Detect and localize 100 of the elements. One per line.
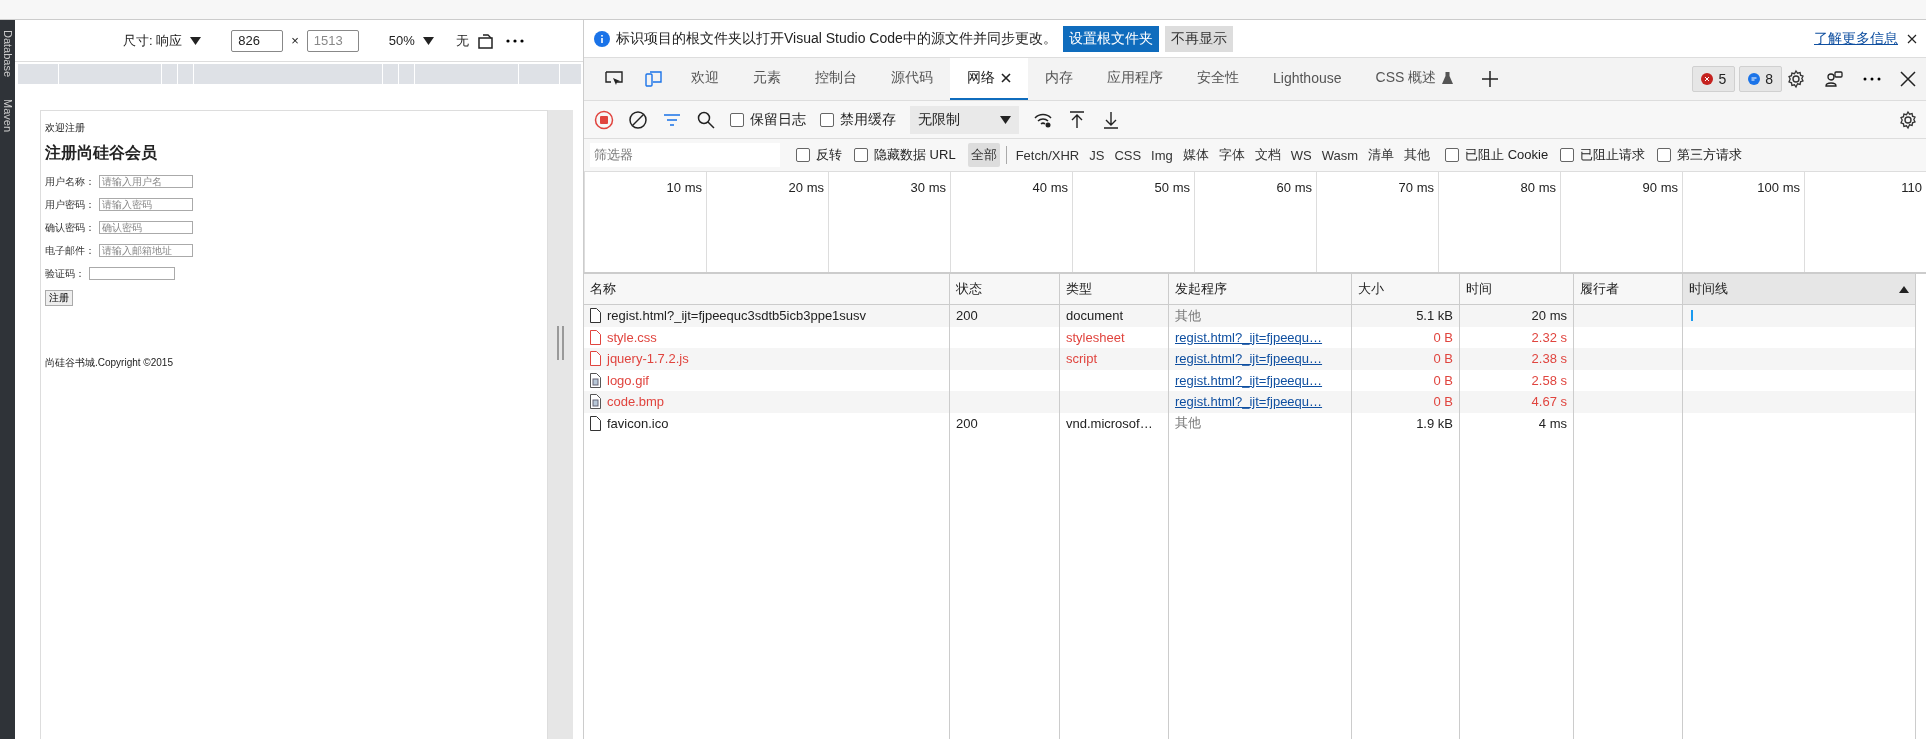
panel-tab[interactable]: 元素: [736, 58, 798, 100]
type-filter-button[interactable]: 媒体: [1179, 143, 1212, 167]
checkbox[interactable]: [1560, 148, 1575, 162]
throttling-dropdown[interactable]: 无限制: [910, 105, 1019, 134]
time-tick: 20 ms: [706, 172, 828, 272]
field-label: 用户密码：: [45, 197, 95, 212]
resize-handle[interactable]: [556, 326, 565, 360]
column-header[interactable]: 名称: [584, 274, 950, 304]
type-filter-button[interactable]: WS: [1287, 144, 1315, 166]
field-label: 电子邮件：: [45, 243, 95, 258]
panel-tab[interactable]: 应用程序: [1090, 58, 1180, 100]
checkbox[interactable]: [820, 112, 834, 127]
tool-window-tab[interactable]: Database: [1, 30, 14, 78]
type-filter-button[interactable]: 文档: [1251, 143, 1284, 167]
settings-icon[interactable]: [1898, 109, 1918, 130]
initiator-text: 其他: [1175, 414, 1201, 433]
settings-icon[interactable]: [1786, 69, 1806, 89]
download-icon[interactable]: [1101, 109, 1121, 130]
request-name[interactable]: jquery-1.7.2.js: [607, 351, 689, 367]
file-icon: [590, 415, 601, 431]
filter-field[interactable]: 筛选器: [590, 143, 780, 167]
initiator-text: 其他: [1175, 306, 1201, 325]
panel-tab[interactable]: 内存: [1028, 58, 1090, 100]
initiator-link[interactable]: regist.html?_ijt=fjpeequ…: [1175, 351, 1323, 367]
dimensions-dropdown[interactable]: 尺寸: 响应: [123, 31, 183, 50]
stop-recording-icon[interactable]: [594, 109, 614, 130]
initiator-link[interactable]: regist.html?_ijt=fjpeequ…: [1175, 394, 1323, 410]
checkbox[interactable]: [730, 112, 744, 127]
request-name[interactable]: style.css: [607, 329, 657, 345]
zoom-dropdown[interactable]: 50%: [388, 33, 415, 48]
set-root-folder-button[interactable]: 设置根文件夹: [1062, 25, 1159, 52]
times-sign: ×: [291, 33, 299, 48]
column-header[interactable]: 时间: [1460, 274, 1574, 304]
size-value: 0 B: [1433, 351, 1453, 367]
close-icon[interactable]: [1898, 69, 1918, 89]
request-name[interactable]: regist.html?_ijt=fjpeequc3sdtb5icb3ppe1susv: [607, 308, 867, 324]
request-name[interactable]: code.bmp: [607, 394, 665, 410]
column-header[interactable]: 时间线: [1683, 274, 1916, 304]
column-header[interactable]: 状态: [950, 274, 1060, 304]
resource-type: stylesheet: [1066, 329, 1125, 345]
throttle-dropdown[interactable]: 无: [455, 31, 469, 50]
file-icon: [590, 329, 601, 345]
panel-tab[interactable]: 控制台: [798, 58, 874, 100]
panel-tab[interactable]: CSS 概述: [1358, 58, 1471, 100]
learn-more-link[interactable]: 了解更多信息: [1814, 29, 1898, 48]
close-icon[interactable]: [1001, 73, 1011, 83]
add-icon[interactable]: [1480, 69, 1501, 89]
dismiss-button[interactable]: 不再显示: [1164, 25, 1233, 52]
time-tick: 30 ms: [828, 172, 950, 272]
input-field[interactable]: 请输入邮箱地址: [99, 244, 193, 257]
tool-window-tab[interactable]: Maven: [1, 99, 14, 133]
height-field[interactable]: 1513: [306, 29, 359, 52]
type-filter-button[interactable]: Fetch/XHR: [1012, 144, 1083, 166]
error-count-badge[interactable]: 5: [1692, 66, 1736, 92]
type-filter-button[interactable]: 字体: [1215, 143, 1248, 167]
type-filter-button[interactable]: 其他: [1401, 143, 1434, 167]
initiator-link[interactable]: regist.html?_ijt=fjpeequ…: [1175, 329, 1323, 345]
request-name[interactable]: logo.gif: [607, 372, 649, 388]
request-name[interactable]: favicon.ico: [607, 415, 669, 431]
time-value: 4.67 s: [1531, 394, 1567, 410]
input-field[interactable]: 请输入密码: [99, 198, 193, 211]
checkbox-label: 已阻止 Cookie: [1465, 146, 1549, 164]
sort-ascending-icon: [1899, 285, 1909, 293]
message-count-badge[interactable]: 8: [1739, 66, 1782, 92]
search-icon[interactable]: [696, 109, 716, 130]
size-value: 0 B: [1433, 329, 1453, 345]
info-message: 标识项目的根文件夹以打开Visual Studio Code中的源文件并同步更改。: [616, 29, 1057, 48]
column-header[interactable]: 发起程序: [1169, 274, 1352, 304]
clear-icon[interactable]: [628, 109, 648, 130]
initiator-link[interactable]: regist.html?_ijt=fjpeequ…: [1175, 372, 1323, 388]
type-filter-button[interactable]: JS: [1086, 144, 1108, 166]
panel-tab[interactable]: 欢迎: [674, 58, 736, 100]
input-field[interactable]: 确认密码: [99, 221, 193, 234]
type-filter-button[interactable]: Img: [1148, 144, 1176, 166]
column-header[interactable]: 类型: [1060, 274, 1169, 304]
page-heading: 注册尚硅谷会员: [45, 143, 158, 163]
column-header[interactable]: 大小: [1352, 274, 1460, 304]
input-field[interactable]: 请输入用户名: [99, 175, 193, 188]
input-field[interactable]: [89, 267, 175, 280]
checkbox-label: 反转: [816, 146, 842, 164]
panel-tab[interactable]: 源代码: [874, 58, 950, 100]
checkbox[interactable]: [796, 148, 810, 162]
panel-tab[interactable]: Lighthouse: [1256, 58, 1359, 100]
panel-tab[interactable]: 网络: [950, 58, 1028, 100]
time-tick: 10 ms: [584, 172, 706, 272]
type-filter-button[interactable]: CSS: [1111, 144, 1145, 166]
checkbox[interactable]: [1657, 148, 1672, 162]
width-field[interactable]: 826: [231, 29, 284, 52]
upload-icon[interactable]: [1067, 109, 1087, 130]
customize-icon[interactable]: [1824, 69, 1844, 89]
register-button[interactable]: 注册: [45, 290, 73, 306]
time-tick: 100 ms: [1682, 172, 1804, 272]
image-file-icon: [590, 394, 601, 410]
panel-tab[interactable]: 安全性: [1180, 58, 1256, 100]
type-filter-button[interactable]: Wasm: [1318, 144, 1362, 166]
checkbox[interactable]: [854, 148, 868, 162]
type-filter-button[interactable]: 全部: [967, 143, 1000, 167]
checkbox[interactable]: [1445, 148, 1460, 162]
type-filter-button[interactable]: 清单: [1365, 143, 1398, 167]
device-icon[interactable]: [644, 69, 664, 89]
